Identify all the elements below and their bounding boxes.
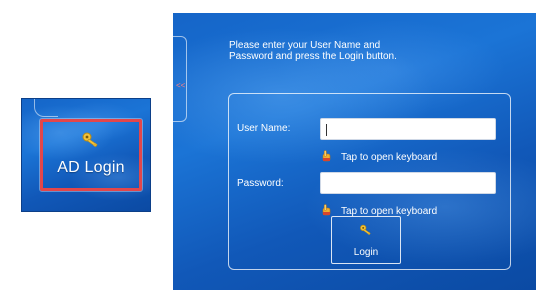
expand-arrows-icon[interactable]: << — [176, 82, 185, 90]
side-panel-edge — [34, 99, 58, 117]
login-label: Login — [353, 246, 379, 258]
keyboard-hint-text: Tap to open keyboard — [341, 152, 438, 163]
password-input[interactable] — [320, 172, 496, 194]
ad-login-label: AD Login — [57, 158, 125, 176]
login-screen: << Please enter your User Name and Passw… — [173, 13, 536, 290]
ad-login-thumbnail: AD Login — [21, 98, 151, 212]
pointing-hand-icon — [321, 150, 332, 165]
login-panel: User Name: Tap to open keyboard Password… — [228, 93, 511, 270]
username-input[interactable] — [320, 118, 496, 140]
instructions-text: Please enter your User Name and Password… — [229, 40, 397, 62]
login-button[interactable]: Login — [331, 216, 401, 264]
key-icon — [81, 132, 101, 153]
ad-login-button[interactable]: AD Login — [39, 118, 143, 192]
password-label: Password: — [237, 178, 284, 189]
login-instructions: Please enter your User Name and Password… — [229, 40, 404, 62]
text-caret — [326, 124, 327, 136]
key-icon — [359, 223, 373, 241]
username-keyboard-hint[interactable]: Tap to open keyboard — [321, 150, 437, 165]
username-label: User Name: — [237, 123, 291, 134]
side-panel-tab[interactable] — [173, 36, 187, 122]
